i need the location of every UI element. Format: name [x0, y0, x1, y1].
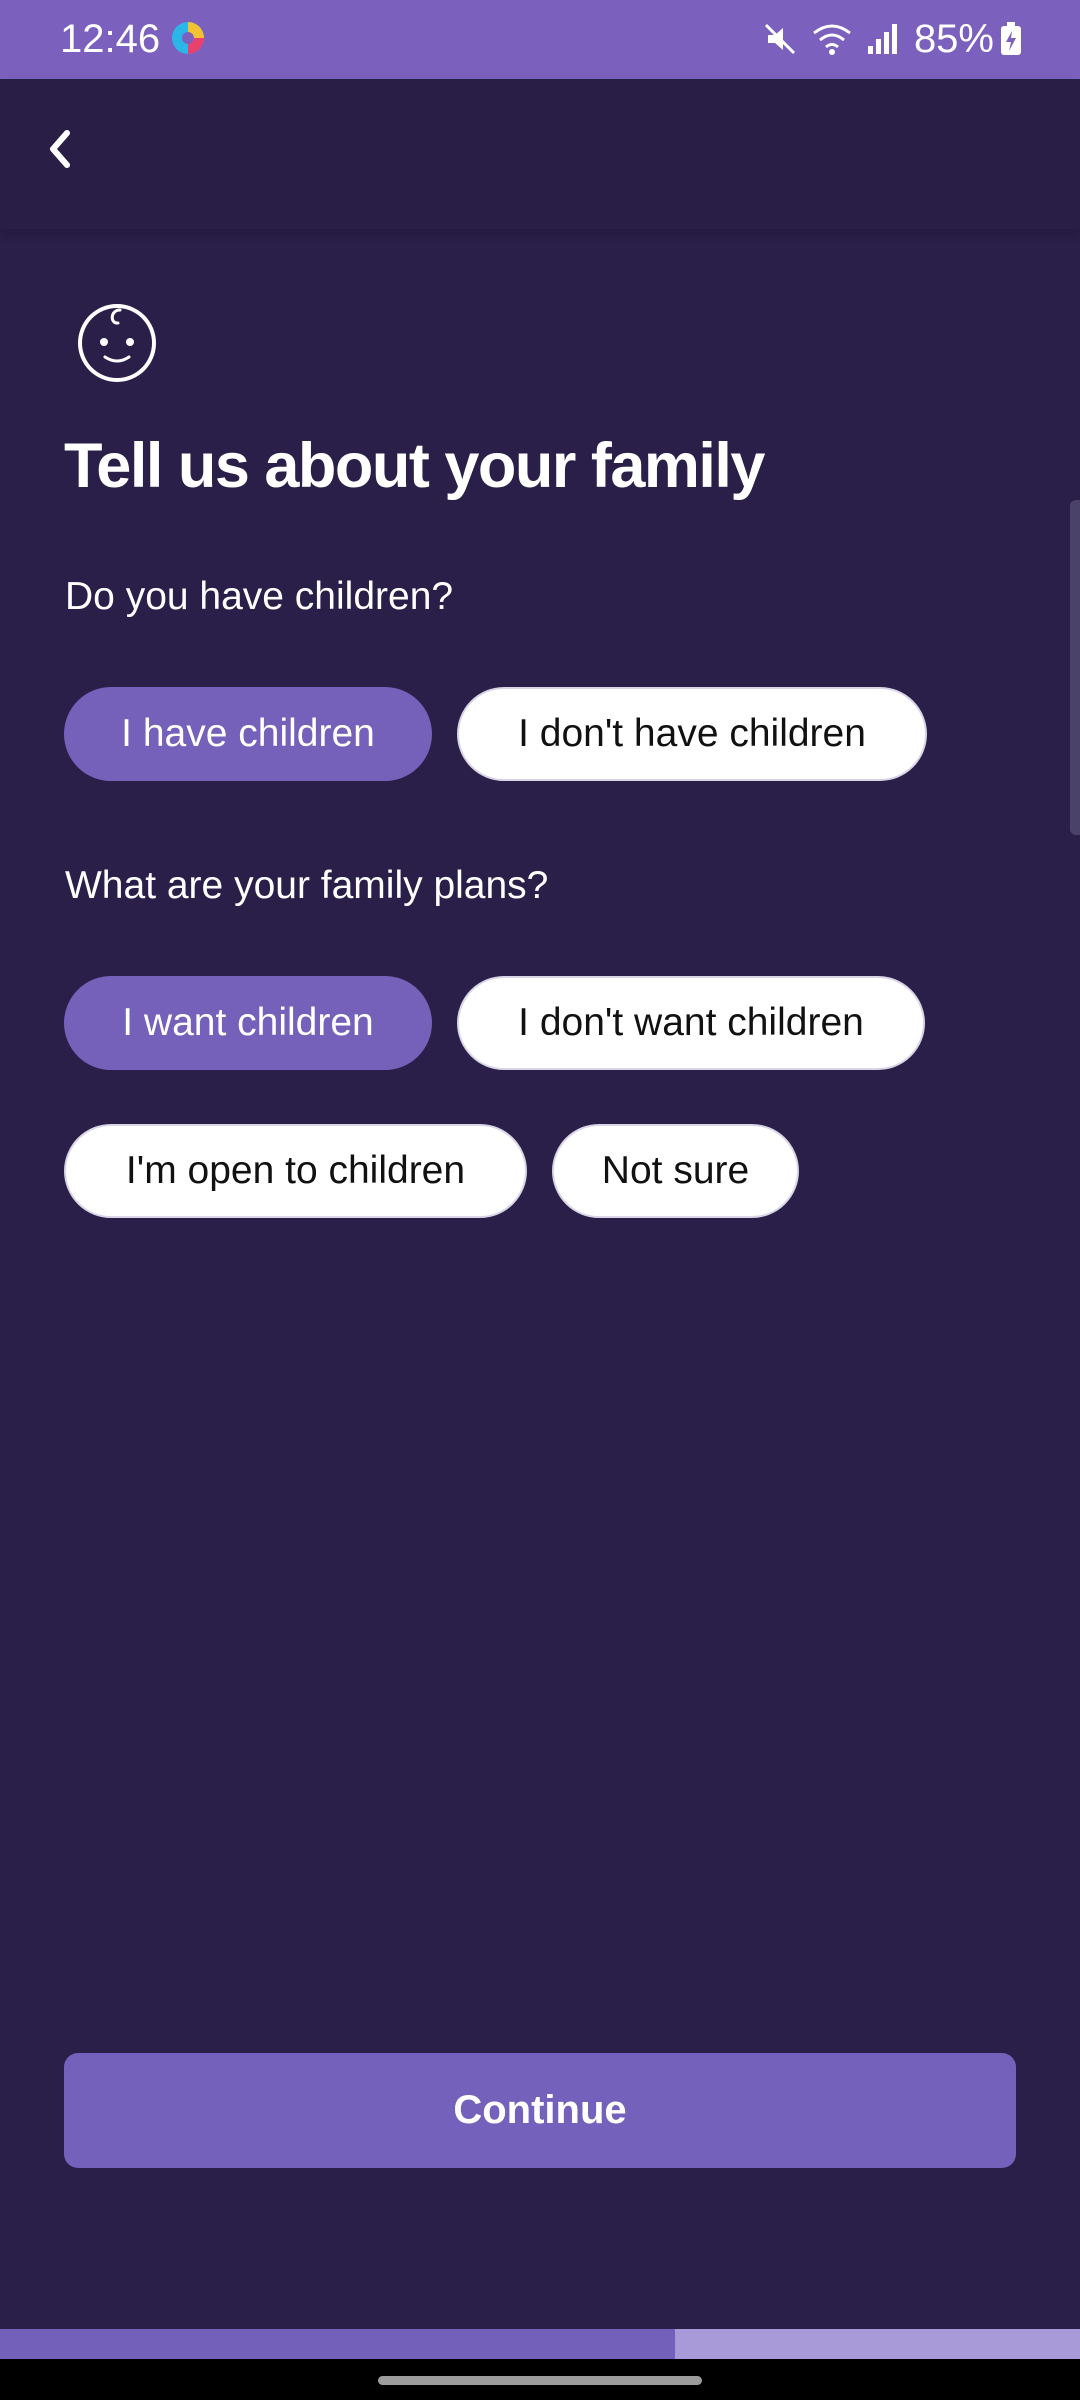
- battery-percent: 85%: [913, 17, 994, 61]
- app-notification-icon: [170, 20, 206, 56]
- continue-label: Continue: [453, 2088, 627, 2132]
- option-have-children[interactable]: I have children: [64, 687, 432, 781]
- baby-face-icon: [76, 302, 158, 384]
- screen: 12:46 85% Tell us about your family Do y…: [0, 0, 1080, 2400]
- option-no-children[interactable]: I don't have children: [457, 687, 927, 781]
- option-label: I have children: [121, 712, 375, 755]
- mute-icon: [762, 21, 798, 57]
- onboarding-progress-bar: [0, 2329, 1080, 2359]
- progress-fill: [0, 2329, 675, 2359]
- status-icons: 85%: [748, 14, 1022, 64]
- option-want-children[interactable]: I want children: [64, 976, 432, 1070]
- page-title: Tell us about your family: [64, 431, 765, 501]
- option-label: I'm open to children: [125, 1149, 466, 1192]
- option-label: I don't want children: [518, 1001, 864, 1044]
- option-open-to-children[interactable]: I'm open to children: [64, 1124, 527, 1218]
- back-button[interactable]: [30, 121, 90, 181]
- option-dont-want-children[interactable]: I don't want children: [457, 976, 925, 1070]
- option-label: I don't have children: [518, 712, 866, 755]
- family-plans-question-label: What are your family plans?: [65, 864, 549, 907]
- scroll-indicator: [1070, 500, 1080, 835]
- children-question-label: Do you have children?: [65, 575, 454, 618]
- battery-charging-icon: [1000, 22, 1022, 56]
- status-time: 12:46: [60, 17, 161, 61]
- status-bar: 12:46 85%: [0, 0, 1080, 79]
- app-bar: [0, 79, 1080, 229]
- option-label: Not sure: [601, 1149, 750, 1192]
- signal-icon: [866, 22, 900, 56]
- continue-button[interactable]: Continue: [64, 2053, 1016, 2168]
- system-nav-area: [0, 2359, 1080, 2400]
- option-not-sure[interactable]: Not sure: [552, 1124, 799, 1218]
- wifi-icon: [812, 21, 852, 57]
- option-label: I want children: [122, 1001, 374, 1044]
- chevron-left-icon: [45, 127, 75, 176]
- home-indicator[interactable]: [378, 2376, 702, 2385]
